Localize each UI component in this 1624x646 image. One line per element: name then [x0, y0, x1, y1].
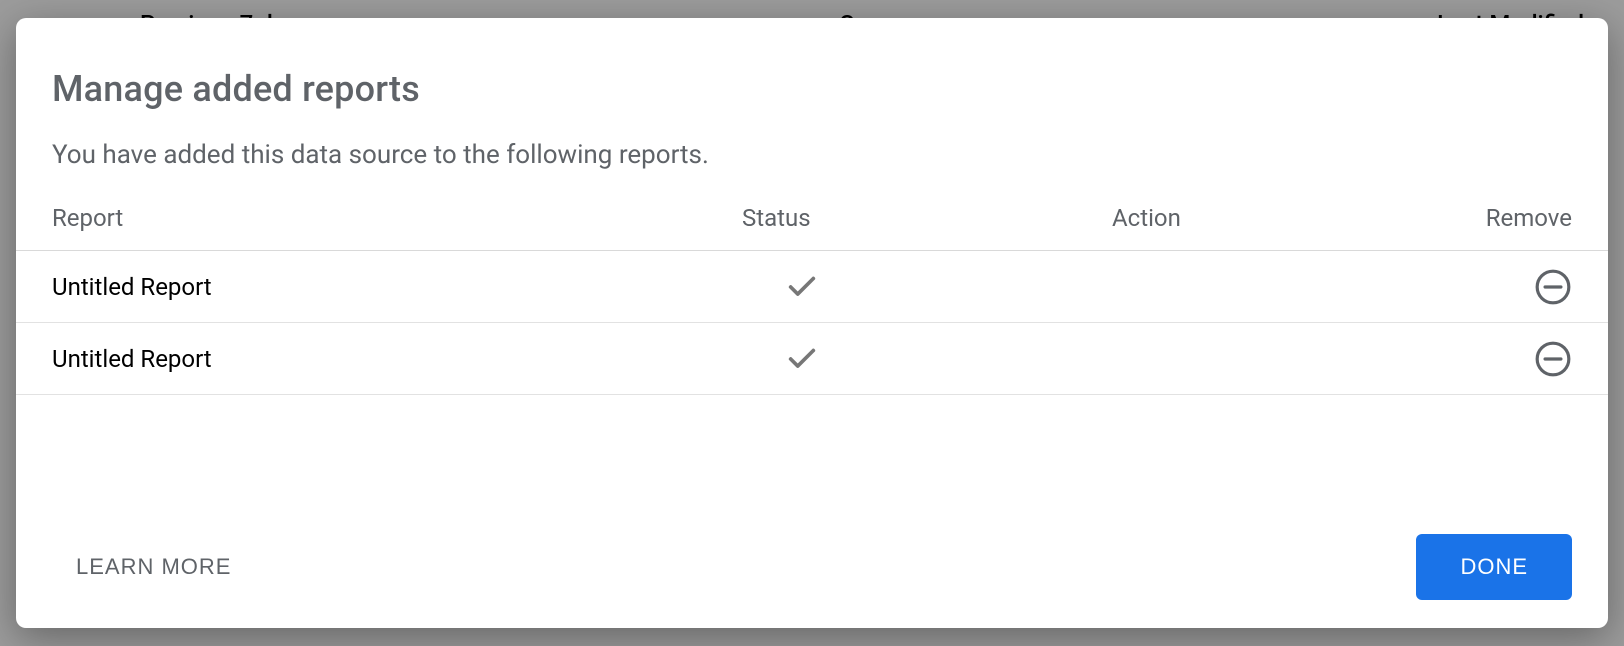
dialog-subtitle: You have added this data source to the f… — [16, 140, 1608, 192]
remove-circle-icon[interactable] — [1534, 268, 1572, 306]
dialog-title: Manage added reports — [52, 68, 1572, 110]
dialog-actions: LEARN MORE DONE — [16, 534, 1608, 628]
table-row: Untitled Report — [16, 251, 1608, 323]
check-icon — [785, 342, 819, 376]
done-button[interactable]: DONE — [1416, 534, 1572, 600]
dialog-header: Manage added reports — [16, 18, 1608, 140]
learn-more-button[interactable]: LEARN MORE — [76, 554, 231, 580]
col-header-report: Report — [52, 204, 742, 232]
status-cell — [742, 342, 862, 376]
table-header-row: Report Status Action Remove — [16, 192, 1608, 251]
table-row: Untitled Report — [16, 323, 1608, 395]
col-header-status: Status — [742, 204, 862, 232]
col-header-remove: Remove — [1192, 204, 1572, 232]
report-name: Untitled Report — [52, 345, 742, 373]
remove-cell — [1192, 268, 1572, 306]
report-name: Untitled Report — [52, 273, 742, 301]
remove-circle-icon[interactable] — [1534, 340, 1572, 378]
manage-reports-dialog: Manage added reports You have added this… — [16, 18, 1608, 628]
col-header-action: Action — [862, 204, 1192, 232]
status-cell — [742, 270, 862, 304]
remove-cell — [1192, 340, 1572, 378]
reports-table: Report Status Action Remove Untitled Rep… — [16, 192, 1608, 395]
check-icon — [785, 270, 819, 304]
